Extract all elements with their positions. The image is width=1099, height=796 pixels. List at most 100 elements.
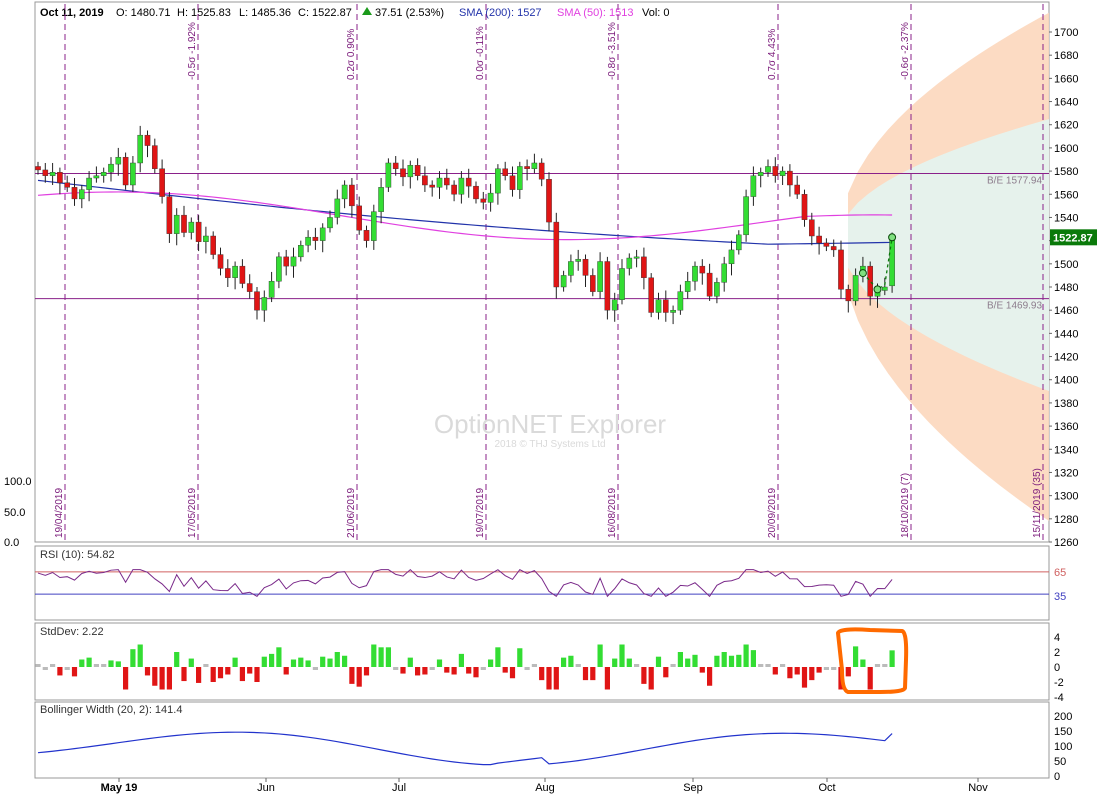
breakeven-label: B/E 1577.94 [987,175,1042,186]
header-bar: Oct 11, 2019 O: 1480.71 H: 1525.83 L: 14… [40,7,670,19]
candle-up [115,156,122,165]
stddev-bar [276,647,282,667]
price-tick-label: 1640 [1054,97,1078,109]
candle-down [239,265,246,284]
candle-up [86,177,92,190]
candle-down [217,254,224,269]
candle-down [787,170,793,186]
candle-down [509,175,516,190]
candle-up [232,265,238,278]
candle-down [546,179,552,223]
candle-up [765,166,771,173]
stddev-bar [298,657,304,667]
candle-up [531,162,538,169]
expiration-move-label: -0.5σ -1.92% [187,22,198,80]
candle-down [801,194,808,220]
last-price-label: 1522.87 [1053,232,1093,244]
stddev-tick-label: 2 [1054,647,1060,659]
watermark-copyright: 2018 © THJ Systems Ltd [494,439,605,450]
stddev-tick-label: 0 [1054,662,1060,674]
rsi-upper-label: 65 [1054,567,1066,579]
candle-up [852,275,859,302]
price-tick-label: 1600 [1054,143,1078,155]
stddev-bar [196,667,202,683]
bbw-tick-label: 0 [1054,771,1060,783]
candle-down [312,236,319,241]
candle-down [582,258,589,276]
stddev-bar [152,667,158,686]
header-close: C: 1522.87 [298,7,352,19]
stddev-bar [524,667,530,670]
candle-down [151,145,158,169]
stddev-bar [320,656,326,667]
stddev-bar [400,667,406,674]
candle-up [93,175,100,179]
stddev-bar [502,667,508,673]
expiration-date-label: 18/10/2019 (7) [900,473,911,538]
candle-down [538,162,545,180]
stddev-bar [181,667,187,682]
candle-down [254,291,260,311]
moving-averages [37,179,893,245]
candle-down [122,156,129,186]
candle-up [889,236,895,287]
candle-down [794,184,800,195]
stddev-bar [86,657,92,667]
breakeven-label: B/E 1469.93 [987,301,1042,312]
stddev-bar [225,667,231,675]
left-scale: 100.0 50.0 0.0 [4,476,32,549]
stddev-bar [597,644,603,667]
price-tick-label: 1580 [1054,166,1078,178]
price-tick-label: 1540 [1054,212,1078,224]
candle-down [838,249,844,290]
stddev-bar [517,648,523,667]
stddev-bar [130,649,136,667]
price-tick-label: 1300 [1054,491,1078,503]
stddev-bar [641,667,647,684]
stddev-bar [378,647,384,667]
candle-up [568,261,574,276]
stddev-bar [393,667,399,670]
price-tick-label: 1480 [1054,282,1078,294]
candle-down [400,168,406,178]
stddev-bar [356,667,362,687]
stddev-bar [707,667,713,686]
candle-down [224,268,231,278]
stddev-bar [407,657,413,667]
chart-canvas[interactable]: Oct 11, 2019 O: 1480.71 H: 1525.83 L: 14… [0,0,1099,796]
expiration-move-label: 0.7σ 4.43% [767,29,778,80]
date-tick-label: Jun [257,782,275,794]
candle-up [385,162,392,188]
stddev-bar [845,667,851,677]
stddev-bar [57,667,63,676]
stddev-bar [853,646,859,667]
date-tick-label: May 19 [101,782,138,794]
candle-down [429,184,436,188]
stddev-bar [750,650,756,667]
candle-down [465,177,472,187]
expiration-move-label: 0.0σ -0.11% [475,26,486,80]
stddev-bar [874,664,881,667]
candle-down [699,265,706,274]
bbw-panel-frame [34,701,1050,779]
watermark: OptionNET Explorer 2018 © THJ Systems Lt… [434,409,667,450]
header-high: H: 1525.83 [177,7,231,19]
candle-up [728,249,735,265]
stddev-bar [721,652,727,667]
stddev-bar [612,658,618,667]
price-tick-label: 1700 [1054,27,1078,39]
stddev-tick-label: -4 [1054,692,1064,704]
stddev-bar [670,664,676,667]
price-tick-label: 1460 [1054,305,1078,317]
stddev-bar [312,667,318,670]
candle-up [305,236,311,246]
stddev-bar [269,653,275,667]
price-tick-label: 1320 [1054,467,1078,479]
header-sma50: SMA (50): 1513 [557,7,633,19]
stddev-bar [619,644,625,667]
rsi-lower-label: 35 [1054,591,1066,603]
rsi-line [37,569,893,598]
candle-up [736,234,742,251]
expiration-move-label: -0.6σ -2.37% [900,22,911,80]
stddev-bar [415,667,421,676]
